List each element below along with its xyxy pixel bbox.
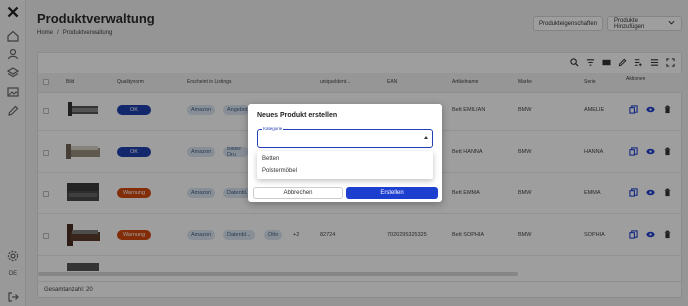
- create-label: Erstellen: [380, 190, 404, 196]
- cancel-label: Abbrechen: [283, 190, 313, 196]
- cancel-button[interactable]: Abbrechen: [253, 187, 343, 199]
- app: DE Produktverwaltung Home / Produktverwa…: [0, 0, 688, 306]
- category-option-polstermoebel[interactable]: Polstermöbel: [262, 168, 297, 174]
- category-label: Kategorie: [262, 126, 284, 131]
- category-select[interactable]: Kategorie: [257, 126, 433, 148]
- category-dropdown: Betten Polstermöbel: [257, 151, 433, 179]
- category-option-betten[interactable]: Betten: [262, 156, 279, 162]
- create-button[interactable]: Erstellen: [346, 187, 438, 199]
- create-product-dialog: Neues Produkt erstellen Kategorie Betten…: [248, 104, 442, 202]
- chevron-up-icon: [424, 136, 428, 139]
- dialog-title: Neues Produkt erstellen: [257, 112, 338, 119]
